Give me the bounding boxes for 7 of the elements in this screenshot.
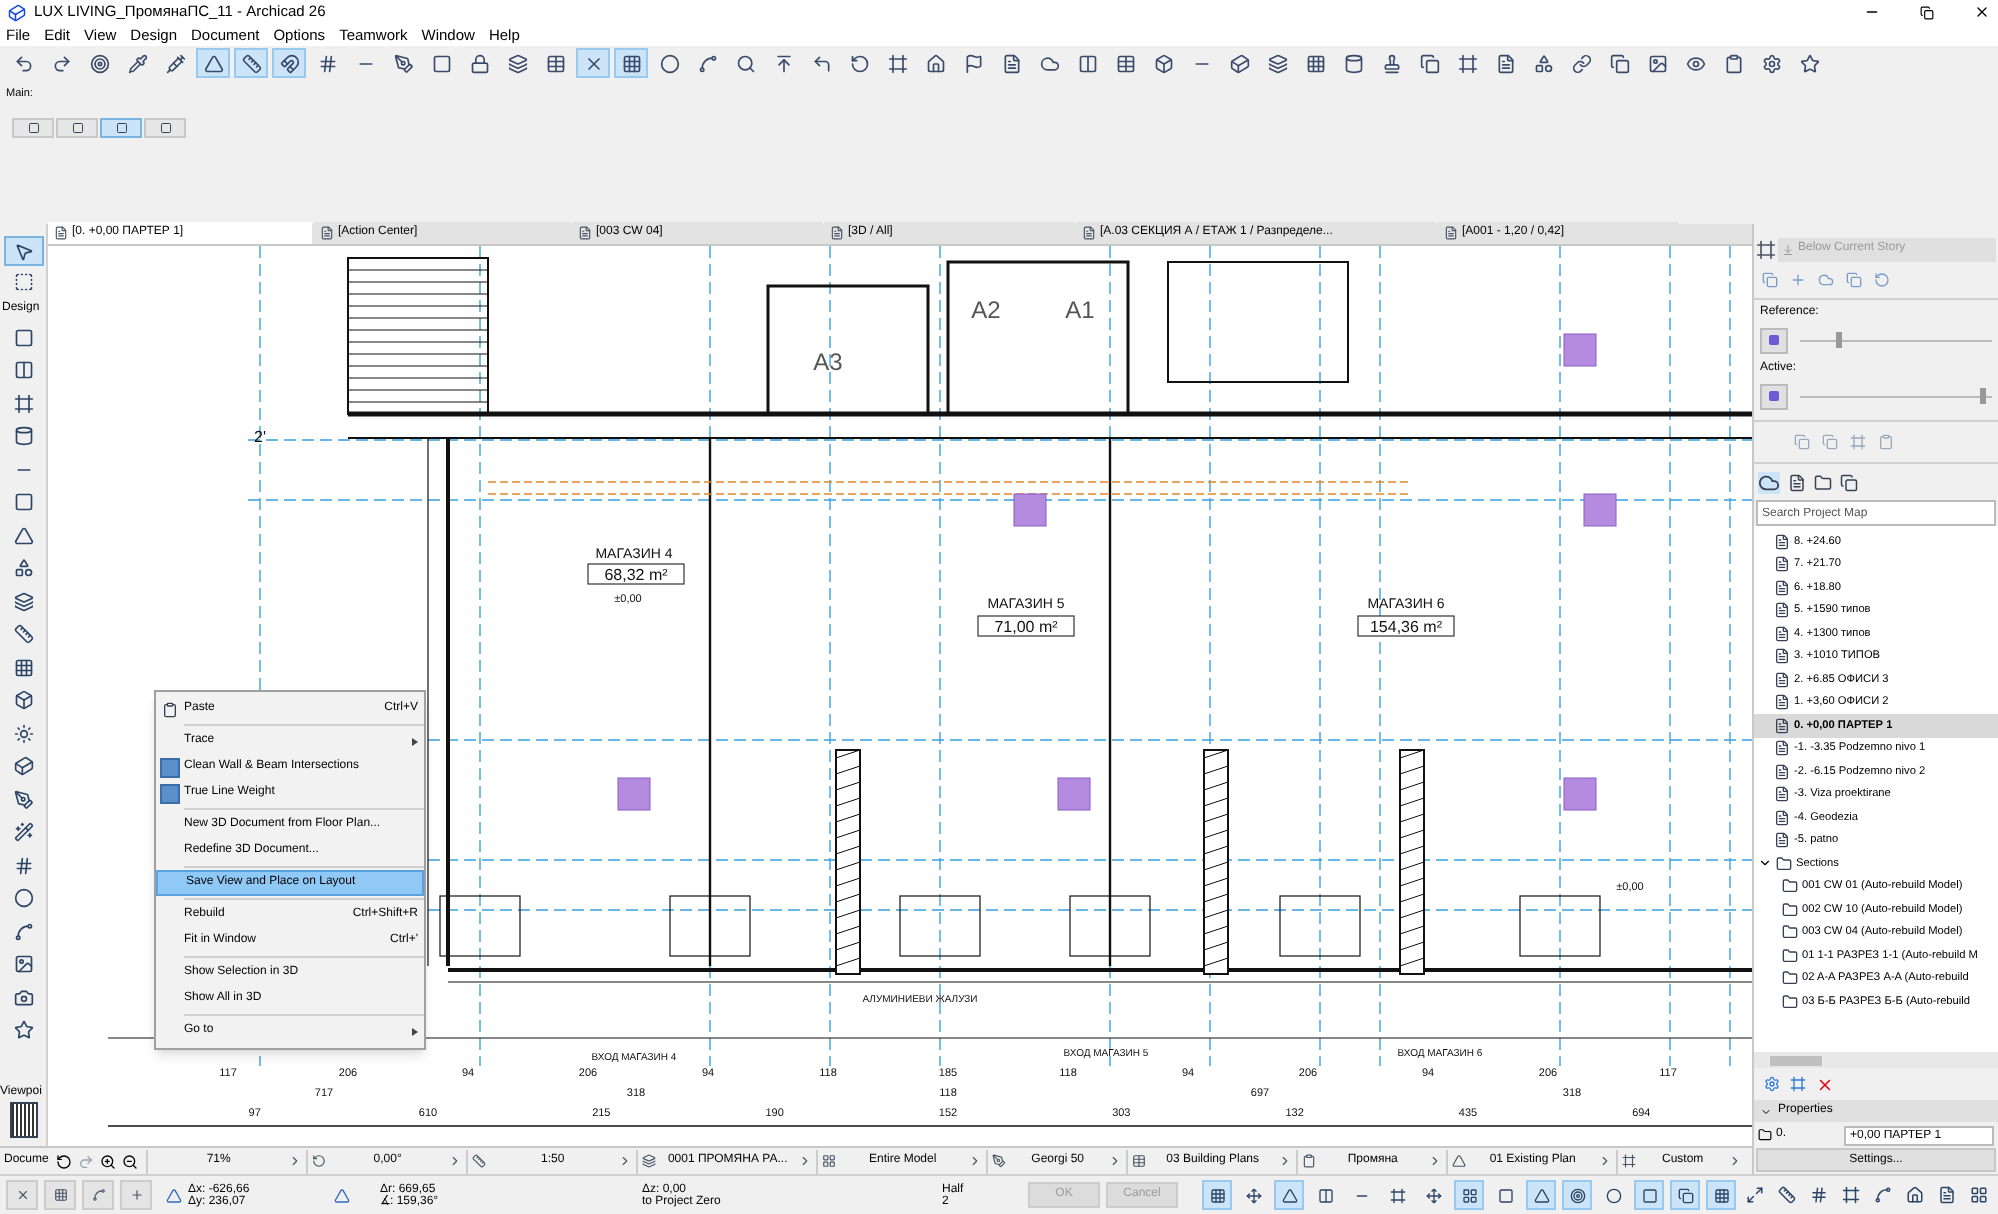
room-area: 71,00 m² xyxy=(977,615,1075,637)
elevator-tag: A1 xyxy=(1065,296,1095,324)
elevator-tag: A2 xyxy=(971,296,1001,324)
room-area: 68,32 m² xyxy=(587,563,685,585)
grid-label: 2' xyxy=(254,428,266,446)
elevator-tag: A3 xyxy=(813,348,843,376)
room-area: 154,36 m² xyxy=(1357,615,1455,637)
